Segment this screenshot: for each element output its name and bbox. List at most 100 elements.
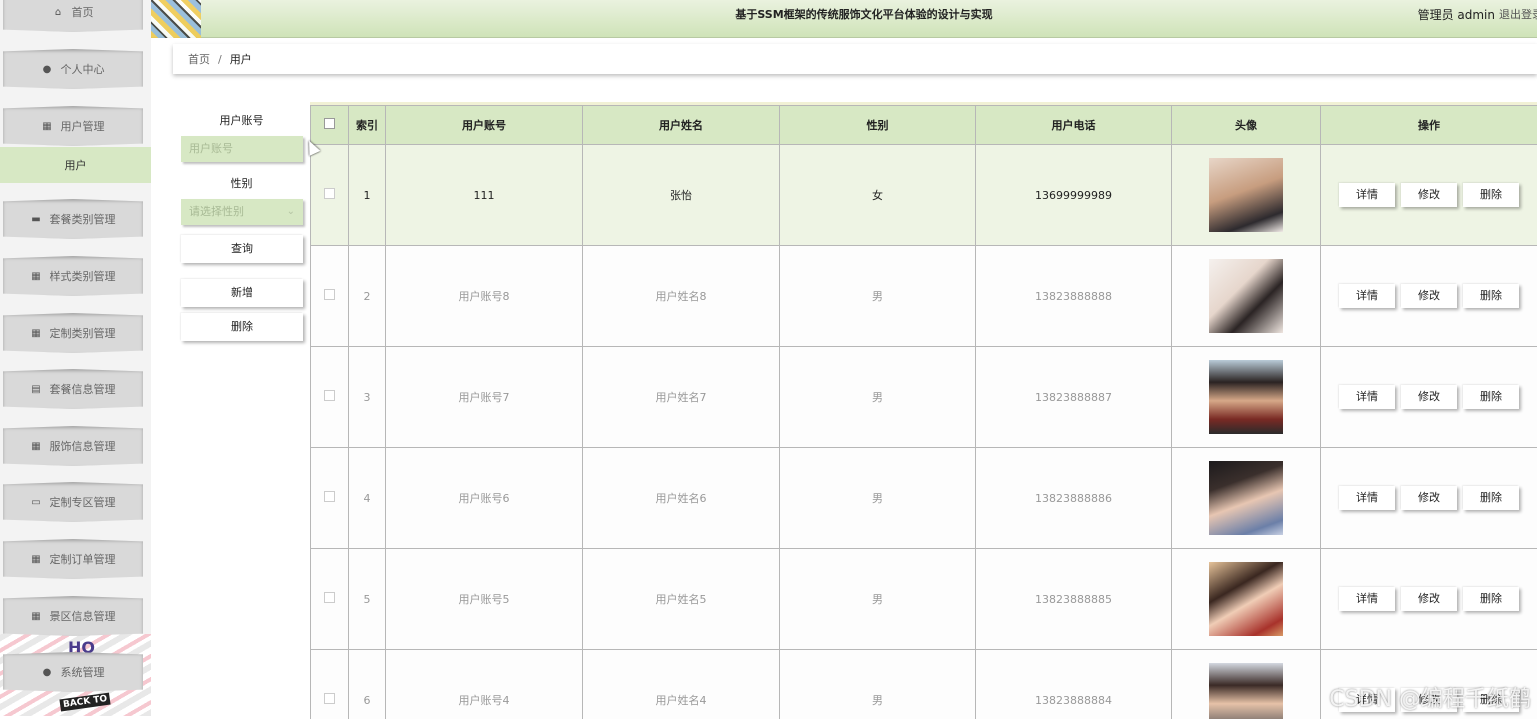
name-cell: 用户姓名6 (583, 448, 780, 549)
sidebar-item-style-category[interactable]: ▦ 样式类别管理 (3, 256, 143, 296)
sidebar-item-label: 景区信息管理 (50, 608, 116, 624)
edit-button[interactable]: 修改 (1401, 284, 1457, 308)
account-label: 用户账号 (181, 112, 302, 128)
account-cell: 用户账号8 (386, 246, 583, 347)
select-all-checkbox[interactable] (324, 118, 335, 129)
delete-row-button[interactable]: 删除 (1463, 284, 1519, 308)
sidebar-item-label: 用户管理 (61, 118, 105, 134)
phone-cell: 13823888887 (976, 347, 1172, 448)
sidebar-item-home[interactable]: ⌂ 首页 (3, 0, 143, 32)
user-table: 索引 用户账号 用户姓名 性别 用户电话 头像 操作 1 111 张怡 女 13… (310, 105, 1537, 719)
briefcase-icon: ▬ (31, 214, 42, 225)
row-checkbox[interactable] (324, 188, 335, 199)
gender-cell: 男 (780, 549, 976, 650)
sidebar-item-label: 套餐信息管理 (50, 381, 116, 397)
delete-row-button[interactable]: 删除 (1463, 183, 1519, 207)
index-cell: 4 (349, 448, 386, 549)
sidebar-item-system[interactable]: ● 系统管理 (3, 652, 143, 692)
avatar-cell (1172, 448, 1321, 549)
table-header-row: 索引 用户账号 用户姓名 性别 用户电话 头像 操作 (311, 106, 1537, 145)
phone-cell: 13823888886 (976, 448, 1172, 549)
name-cell: 用户姓名5 (583, 549, 780, 650)
sidebar-item-custom-zone[interactable]: ▭ 定制专区管理 (3, 482, 143, 522)
detail-button[interactable]: 详情 (1339, 587, 1395, 611)
delete-row-button[interactable]: 删除 (1463, 587, 1519, 611)
sidebar-item-label: 样式类别管理 (50, 268, 116, 284)
sidebar-item-clothing-info[interactable]: ▦ 服饰信息管理 (3, 426, 143, 466)
sidebar-item-profile[interactable]: ● 个人中心 (3, 49, 143, 89)
row-checkbox-cell (311, 549, 349, 650)
sidebar-item-label: 定制类别管理 (50, 325, 116, 341)
row-checkbox[interactable] (324, 592, 335, 603)
index-cell: 6 (349, 650, 386, 719)
delete-row-button[interactable]: 删除 (1463, 486, 1519, 510)
breadcrumb-current: 用户 (230, 51, 252, 67)
edit-button[interactable]: 修改 (1401, 183, 1457, 207)
detail-button[interactable]: 详情 (1339, 284, 1395, 308)
column-header: 头像 (1172, 106, 1321, 145)
user-table-container: 索引 用户账号 用户姓名 性别 用户电话 头像 操作 1 111 张怡 女 13… (310, 102, 1537, 719)
delete-row-button[interactable]: 删除 (1463, 385, 1519, 409)
detail-button[interactable]: 详情 (1339, 486, 1395, 510)
logout-link[interactable]: 退出登录 (1499, 0, 1537, 30)
avatar-cell (1172, 650, 1321, 719)
sidebar-item-custom-category[interactable]: ▦ 定制类别管理 (3, 313, 143, 353)
name-cell: 张怡 (583, 145, 780, 246)
phone-cell: 13823888885 (976, 549, 1172, 650)
sidebar-item-label: 套餐类别管理 (50, 211, 116, 227)
sidebar-item-custom-orders[interactable]: ▦ 定制订单管理 (3, 539, 143, 579)
avatar-cell (1172, 549, 1321, 650)
actions-cell: 详情修改删除 (1321, 549, 1537, 650)
sidebar-item-label: 系统管理 (61, 664, 105, 680)
table-row: 2 用户账号8 用户姓名8 男 13823888888 详情修改删除 (311, 246, 1537, 347)
sidebar-item-scenic-info[interactable]: ▦ 景区信息管理 (3, 596, 143, 636)
table-row: 4 用户账号6 用户姓名6 男 13823888886 详情修改删除 (311, 448, 1537, 549)
detail-button[interactable]: 详情 (1339, 385, 1395, 409)
delete-button[interactable]: 删除 (181, 313, 303, 341)
gender-cell: 女 (780, 145, 976, 246)
row-checkbox[interactable] (324, 491, 335, 502)
account-cell: 用户账号5 (386, 549, 583, 650)
sidebar-item-label: 首页 (72, 4, 94, 20)
gender-select[interactable]: 请选择性别 ⌄ (181, 199, 303, 225)
avatar (1209, 663, 1283, 719)
grid-icon: ▦ (31, 328, 42, 339)
sidebar-item-label: 个人中心 (61, 61, 105, 77)
row-checkbox[interactable] (324, 289, 335, 300)
sidebar-item-label: 定制订单管理 (50, 551, 116, 567)
grid-icon: ▦ (42, 121, 53, 132)
avatar (1209, 360, 1283, 434)
name-cell: 用户姓名7 (583, 347, 780, 448)
row-checkbox-cell (311, 448, 349, 549)
grid-icon: ▦ (31, 554, 42, 565)
avatar (1209, 461, 1283, 535)
avatar-cell (1172, 145, 1321, 246)
home-icon: ⌂ (53, 7, 64, 18)
query-button[interactable]: 查询 (181, 235, 303, 263)
sidebar-item-user[interactable]: 用户 (0, 147, 151, 183)
row-checkbox[interactable] (324, 390, 335, 401)
top-bar: 基于SSM框架的传统服饰文化平台体验的设计与实现 管理员 admin 退出登录 (151, 0, 1537, 38)
breadcrumb-home[interactable]: 首页 (188, 51, 210, 67)
account-search-input[interactable] (181, 136, 303, 162)
edit-button[interactable]: 修改 (1401, 486, 1457, 510)
sidebar-item-package-info[interactable]: ▤ 套餐信息管理 (3, 369, 143, 409)
sidebar-item-package-category[interactable]: ▬ 套餐类别管理 (3, 199, 143, 239)
edit-button[interactable]: 修改 (1401, 385, 1457, 409)
column-header: 用户电话 (976, 106, 1172, 145)
gender-cell: 男 (780, 246, 976, 347)
table-row: 5 用户账号5 用户姓名5 男 13823888885 详情修改删除 (311, 549, 1537, 650)
column-header: 性别 (780, 106, 976, 145)
avatar-cell (1172, 347, 1321, 448)
edit-button[interactable]: 修改 (1401, 587, 1457, 611)
row-checkbox-cell (311, 145, 349, 246)
row-checkbox[interactable] (324, 693, 335, 704)
sidebar-item-user-management[interactable]: ▦ 用户管理 (3, 106, 143, 146)
row-checkbox-cell (311, 650, 349, 719)
avatar-cell (1172, 246, 1321, 347)
add-button[interactable]: 新增 (181, 279, 303, 307)
detail-button[interactable]: 详情 (1339, 183, 1395, 207)
gender-cell: 男 (780, 650, 976, 719)
row-checkbox-cell (311, 246, 349, 347)
account-cell: 111 (386, 145, 583, 246)
